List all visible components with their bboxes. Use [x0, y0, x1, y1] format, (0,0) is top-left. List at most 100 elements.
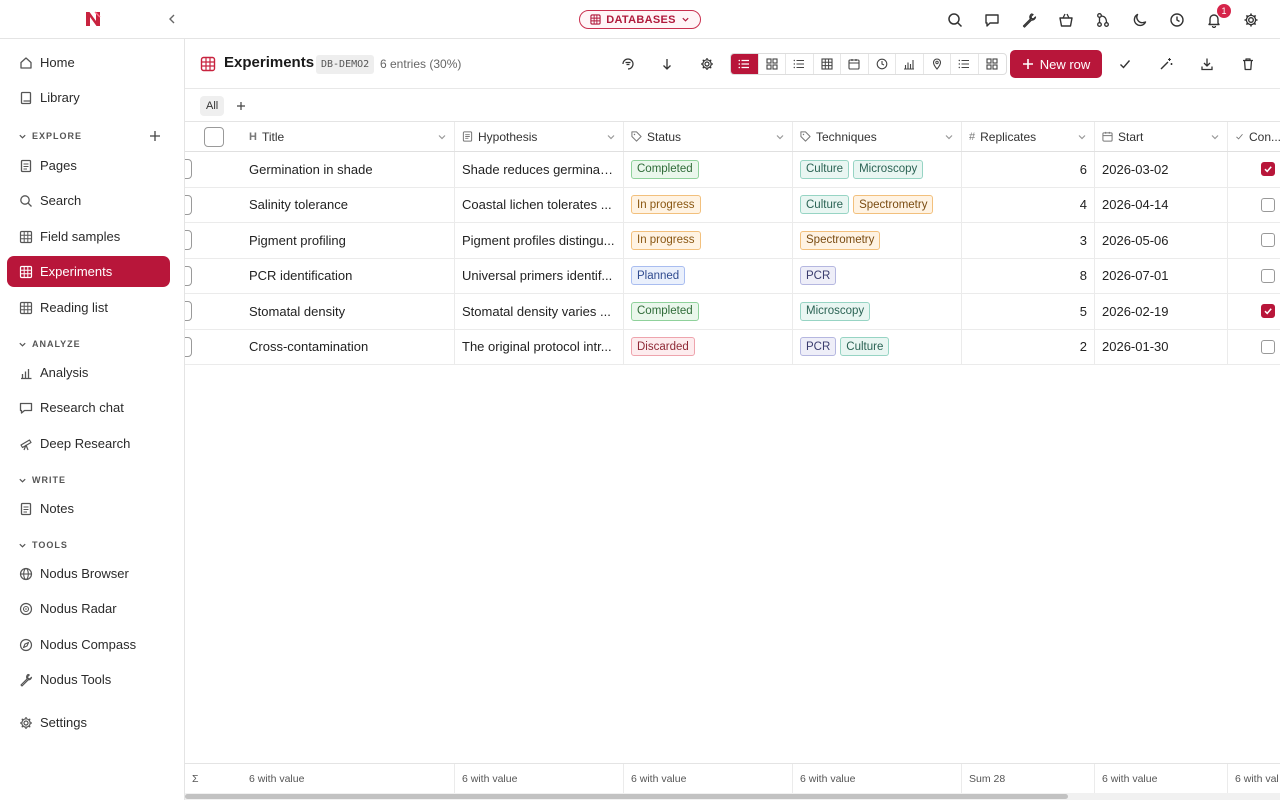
footer-con[interactable]: 6 with val	[1228, 764, 1280, 793]
footer-start[interactable]: 6 with value	[1095, 764, 1228, 793]
cell-title[interactable]: PCR identification	[242, 258, 455, 293]
cell-start[interactable]: 2026-07-01	[1095, 258, 1228, 293]
view-outline-button[interactable]	[786, 54, 814, 74]
cell-replicates[interactable]: 3	[962, 223, 1095, 258]
settings-button[interactable]	[696, 53, 718, 75]
row-checkbox[interactable]	[185, 336, 192, 357]
chat-icon[interactable]	[981, 9, 1003, 31]
basket-icon[interactable]	[1055, 9, 1077, 31]
table-row[interactable]: Germination in shade Shade reduces germi…	[185, 152, 1280, 188]
app-logo[interactable]	[84, 10, 102, 28]
cell-title[interactable]: Germination in shade	[242, 152, 455, 187]
cell-techniques[interactable]: Culture Microscopy	[793, 152, 962, 187]
chevron-down-icon[interactable]	[606, 132, 616, 142]
cell-hypothesis[interactable]: Shade reduces germinati...	[455, 152, 624, 187]
view-board-button[interactable]	[979, 54, 1007, 74]
clock-icon[interactable]	[1166, 9, 1188, 31]
cell-status[interactable]: In progress	[624, 223, 793, 258]
sidebar-item-research-chat[interactable]: Research chat	[7, 392, 170, 423]
section-tools[interactable]: TOOLS	[18, 538, 68, 552]
table-row[interactable]: Cross-contamination The original protoco…	[185, 329, 1280, 365]
collapse-sidebar-icon[interactable]	[165, 12, 179, 26]
databases-pill[interactable]: DATABASES	[579, 10, 701, 29]
cell-status[interactable]: Completed	[624, 152, 793, 187]
bell-icon[interactable]: 1	[1203, 4, 1231, 31]
footer-hypothesis[interactable]: 6 with value	[455, 764, 624, 793]
cell-start[interactable]: 2026-05-06	[1095, 223, 1228, 258]
new-row-button[interactable]: New row	[1010, 50, 1102, 78]
table-row[interactable]: Salinity tolerance Coastal lichen tolera…	[185, 187, 1280, 223]
sidebar-item-settings[interactable]: Settings	[7, 707, 170, 738]
cell-status[interactable]: In progress	[624, 187, 793, 222]
view-calendar-button[interactable]	[841, 54, 869, 74]
cell-start[interactable]: 2026-01-30	[1095, 329, 1228, 364]
cell-replicates[interactable]: 2	[962, 329, 1095, 364]
sidebar-item-nodus-compass[interactable]: Nodus Compass	[7, 629, 170, 660]
scrollbar-thumb[interactable]	[185, 794, 1068, 799]
cell-techniques[interactable]: PCR	[793, 258, 962, 293]
con-checkbox[interactable]	[1261, 268, 1275, 283]
sidebar-item-field-samples[interactable]: Field samples	[7, 221, 170, 252]
cell-title[interactable]: Salinity tolerance	[242, 187, 455, 222]
section-write[interactable]: WRITE	[18, 473, 66, 487]
view-checklist-button[interactable]	[951, 54, 979, 74]
cell-hypothesis[interactable]: Coastal lichen tolerates ...	[455, 187, 624, 222]
search-icon[interactable]	[944, 9, 966, 31]
sidebar-item-analysis[interactable]: Analysis	[7, 357, 170, 388]
horizontal-scrollbar[interactable]	[185, 793, 1280, 800]
sidebar-item-home[interactable]: Home	[7, 47, 170, 78]
column-header-con[interactable]: Con...	[1228, 122, 1280, 151]
row-checkbox[interactable]	[185, 194, 192, 215]
cell-hypothesis[interactable]: Pigment profiles distingu...	[455, 223, 624, 258]
cell-status[interactable]: Completed	[624, 294, 793, 329]
column-header-replicates[interactable]: # Replicates	[962, 122, 1095, 151]
cell-replicates[interactable]: 5	[962, 294, 1095, 329]
con-checkbox[interactable]	[1261, 339, 1275, 354]
cell-title[interactable]: Pigment profiling	[242, 223, 455, 258]
cell-status[interactable]: Planned	[624, 258, 793, 293]
cell-techniques[interactable]: PCR Culture	[793, 329, 962, 364]
cell-status[interactable]: Discarded	[624, 329, 793, 364]
footer-techniques[interactable]: 6 with value	[793, 764, 962, 793]
download-button[interactable]	[1196, 53, 1218, 75]
cell-hypothesis[interactable]: The original protocol intr...	[455, 329, 624, 364]
add-view-icon[interactable]	[234, 99, 248, 113]
con-checkbox[interactable]	[1261, 162, 1275, 177]
con-checkbox[interactable]	[1261, 233, 1275, 248]
add-explore-icon[interactable]	[148, 129, 162, 143]
chevron-down-icon[interactable]	[437, 132, 447, 142]
cell-replicates[interactable]: 4	[962, 187, 1095, 222]
cell-start[interactable]: 2026-03-02	[1095, 152, 1228, 187]
select-mode-button[interactable]	[1114, 53, 1136, 75]
wrench-icon[interactable]	[1018, 9, 1040, 31]
view-chart-button[interactable]	[896, 54, 924, 74]
column-header-techniques[interactable]: Techniques	[793, 122, 962, 151]
row-checkbox[interactable]	[185, 230, 192, 251]
cell-hypothesis[interactable]: Universal primers identif...	[455, 258, 624, 293]
footer-status[interactable]: 6 with value	[624, 764, 793, 793]
cell-title[interactable]: Cross-contamination	[242, 329, 455, 364]
cell-techniques[interactable]: Microscopy	[793, 294, 962, 329]
footer-title[interactable]: 6 with value	[242, 764, 455, 793]
view-timeline-button[interactable]	[869, 54, 896, 74]
view-table-button[interactable]	[814, 54, 841, 74]
column-header-title[interactable]: H Title	[242, 122, 455, 151]
chevron-down-icon[interactable]	[775, 132, 785, 142]
cell-hypothesis[interactable]: Stomatal density varies ...	[455, 294, 624, 329]
table-row[interactable]: PCR identification Universal primers ide…	[185, 258, 1280, 294]
table-row[interactable]: Pigment profiling Pigment profiles disti…	[185, 223, 1280, 259]
section-analyze[interactable]: ANALYZE	[18, 337, 81, 351]
filter-button[interactable]	[617, 53, 639, 75]
view-gallery-button[interactable]	[759, 54, 786, 74]
footer-replicates[interactable]: Sum 28	[962, 764, 1095, 793]
column-header-status[interactable]: Status	[624, 122, 793, 151]
gear-icon[interactable]	[1240, 9, 1262, 31]
chevron-down-icon[interactable]	[1077, 132, 1087, 142]
sidebar-item-nodus-tools[interactable]: Nodus Tools	[7, 664, 170, 695]
sidebar-item-search[interactable]: Search	[7, 185, 170, 216]
row-checkbox[interactable]	[185, 159, 192, 180]
view-list-button[interactable]	[731, 54, 759, 74]
view-map-button[interactable]	[924, 54, 951, 74]
sidebar-item-deep-research[interactable]: Deep Research	[7, 428, 170, 459]
sidebar-item-nodus-browser[interactable]: Nodus Browser	[7, 558, 170, 589]
